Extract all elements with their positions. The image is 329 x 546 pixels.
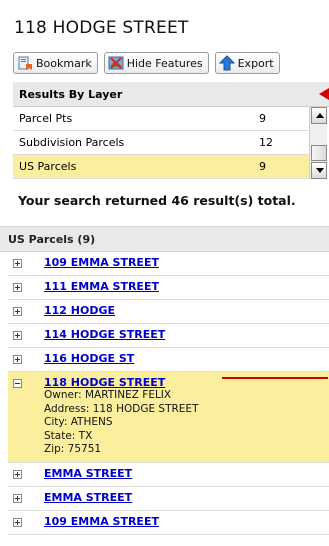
result-item: 112 HODGE	[8, 300, 329, 324]
layer-name: Subdivision Parcels	[19, 136, 125, 149]
result-detail-state: State: TX	[44, 429, 93, 442]
layer-count: 12	[259, 136, 273, 149]
expand-plus-icon[interactable]	[13, 307, 22, 316]
result-link[interactable]: 109 EMMA STREET	[44, 515, 159, 528]
results-list: 109 EMMA STREET 111 EMMA STREET 112 HODG…	[8, 252, 329, 535]
layer-count: 9	[259, 112, 266, 125]
result-item: 109 EMMA STREET	[8, 511, 329, 535]
annotation-arrow-icon	[319, 88, 329, 100]
result-detail-zip: Zip: 75751	[44, 443, 102, 455]
expand-plus-icon[interactable]	[13, 283, 22, 292]
bookmark-label: Bookmark	[36, 56, 92, 70]
collapse-minus-icon[interactable]	[13, 379, 22, 388]
export-button[interactable]: Export	[214, 52, 280, 74]
result-link[interactable]: 112 HODGE	[44, 304, 115, 317]
layer-list: Parcel Pts 9 Subdivision Parcels 12 US P…	[13, 107, 329, 179]
group-heading-us-parcels[interactable]: US Parcels (9)	[0, 226, 329, 252]
scroll-thumb[interactable]	[311, 145, 327, 161]
result-link[interactable]: 111 EMMA STREET	[44, 280, 159, 293]
expand-plus-icon[interactable]	[13, 355, 22, 364]
layer-name: Parcel Pts	[19, 112, 73, 125]
page-title: 118 HODGE STREET	[14, 18, 189, 38]
expand-plus-icon[interactable]	[13, 469, 22, 479]
result-item: 116 HODGE ST	[8, 348, 329, 372]
result-link[interactable]: 114 HODGE STREET	[44, 328, 165, 341]
export-label: Export	[237, 56, 274, 70]
layer-row-parcel-pts[interactable]: Parcel Pts 9	[13, 107, 309, 131]
layer-name: US Parcels	[19, 160, 77, 173]
result-item: 109 EMMA STREET	[8, 252, 329, 276]
bookmark-button[interactable]: Bookmark	[13, 52, 98, 74]
scroll-up-arrow-icon[interactable]	[311, 107, 327, 124]
layer-count: 9	[259, 160, 266, 173]
result-link[interactable]: 118 HODGE STREET	[44, 376, 165, 389]
layer-list-scrollbar[interactable]	[309, 107, 327, 179]
result-link[interactable]: EMMA STREET	[44, 491, 132, 504]
result-item: 114 HODGE STREET	[8, 324, 329, 348]
expand-plus-icon[interactable]	[13, 493, 22, 503]
result-detail-city: City: ATHENS	[44, 416, 113, 428]
result-item: EMMA STREET	[8, 487, 329, 511]
search-summary: Your search returned 46 result(s) total.	[18, 193, 296, 208]
toolbar: Bookmark Hide Features Export	[13, 52, 280, 74]
results-by-layer-panel: Results By Layer Parcel Pts 9 Subdivisio…	[13, 82, 329, 179]
result-link[interactable]: 116 HODGE ST	[44, 352, 134, 365]
result-link[interactable]: 109 EMMA STREET	[44, 256, 159, 269]
scroll-down-arrow-icon[interactable]	[311, 162, 327, 179]
result-link[interactable]: EMMA STREET	[44, 467, 132, 480]
annotation-line	[222, 377, 328, 379]
result-detail-address: Address: 118 HODGE STREET	[44, 402, 199, 415]
expand-plus-icon[interactable]	[13, 259, 22, 268]
expand-plus-icon[interactable]	[13, 517, 22, 527]
layer-row-subdivision-parcels[interactable]: Subdivision Parcels 12	[13, 131, 309, 155]
result-item: EMMA STREET	[8, 463, 329, 487]
expand-plus-icon[interactable]	[13, 331, 22, 340]
export-arrow-icon	[218, 55, 235, 71]
result-item: 111 EMMA STREET	[8, 276, 329, 300]
layer-row-us-parcels[interactable]: US Parcels 9	[13, 155, 309, 179]
hide-features-label: Hide Features	[126, 56, 203, 70]
bookmark-icon	[17, 55, 33, 71]
result-detail-owner: Owner: MARTINEZ FELIX	[44, 389, 172, 401]
results-by-layer-heading: Results By Layer	[13, 82, 329, 107]
hide-features-button[interactable]: Hide Features	[103, 52, 209, 74]
result-item-expanded: 118 HODGE STREET Owner: MARTINEZ FELIX A…	[8, 372, 329, 463]
hide-features-icon	[108, 55, 124, 71]
